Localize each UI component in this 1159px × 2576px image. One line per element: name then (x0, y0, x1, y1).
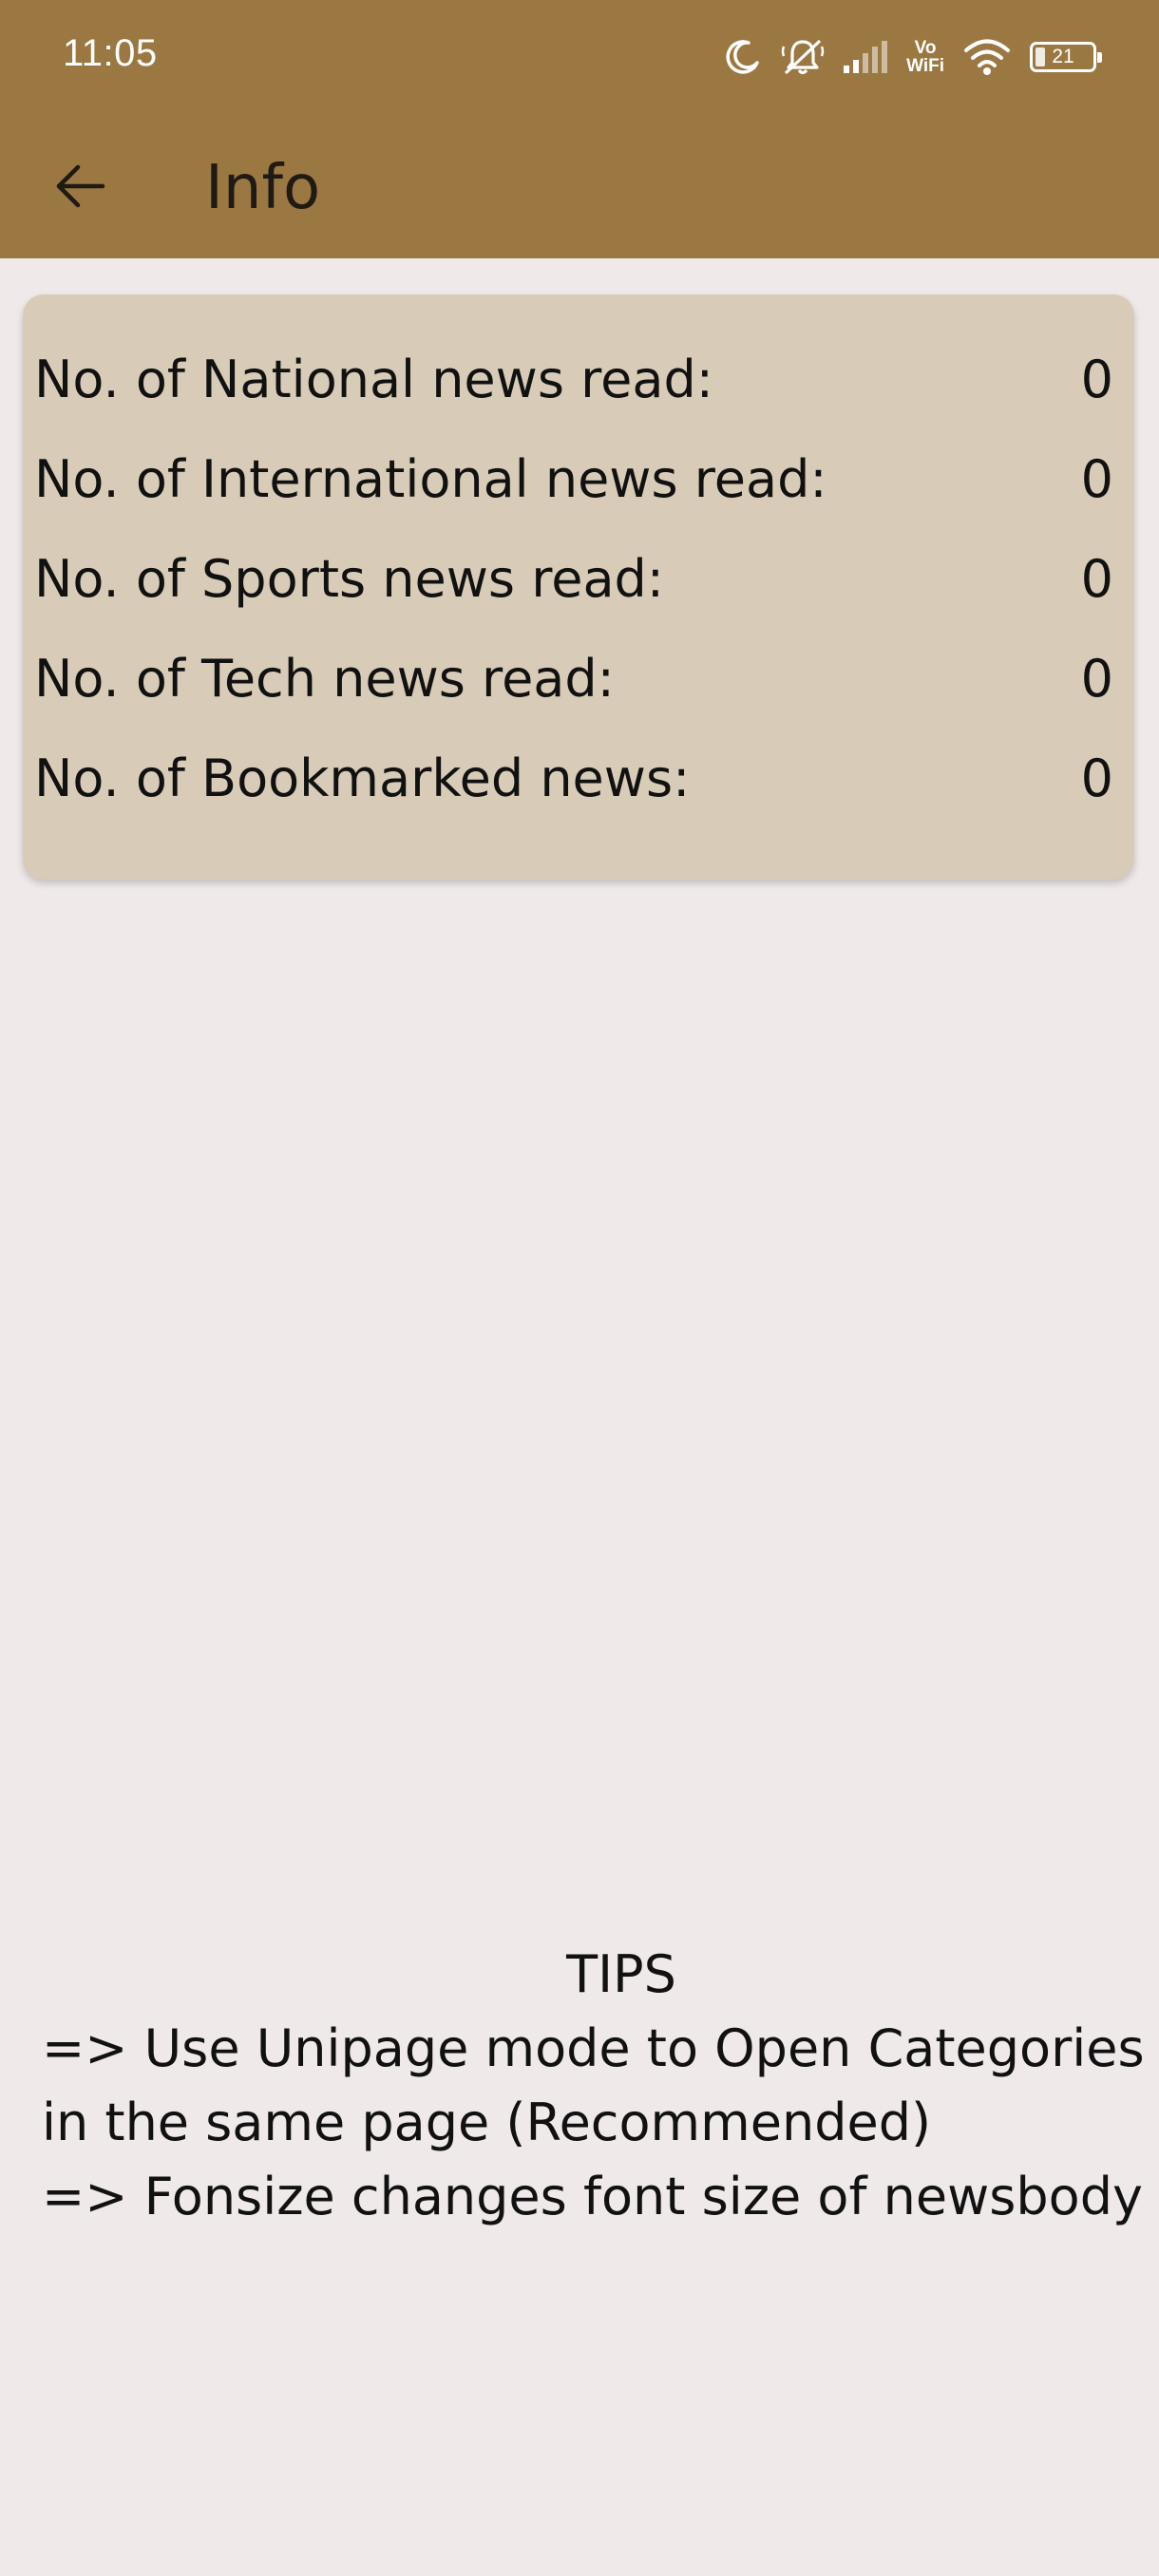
stat-label: No. of Tech news read: (34, 649, 615, 709)
battery-icon: 21 (1030, 42, 1102, 72)
stat-label: No. of Sports news read: (34, 549, 665, 609)
stats-card: No. of National news read: 0 No. of Inte… (23, 294, 1134, 880)
back-button[interactable] (38, 146, 122, 230)
stat-row-international: No. of International news read: 0 (34, 442, 1113, 518)
top-bar: 11:05 Vo WiFi 21 Info (0, 0, 1159, 258)
tip-line: => Fonsize changes font size of newsbody (42, 2167, 1143, 2226)
battery-fill (1036, 47, 1045, 66)
vowifi-icon: Vo WiFi (906, 39, 944, 75)
tips-section: TIPS => Use Unipage mode to Open Categor… (42, 1938, 1145, 2234)
stat-value: 0 (1080, 649, 1113, 709)
stat-row-bookmarked: No. of Bookmarked news: 0 (34, 741, 1113, 817)
signal-icon (844, 41, 888, 73)
vowifi-bottom: WiFi (906, 56, 944, 76)
battery-level: 21 (1052, 46, 1074, 67)
bell-off-icon (781, 37, 825, 77)
tip-line: => Use Unipage mode to Open Categories (42, 2018, 1145, 2078)
status-time: 11:05 (63, 32, 158, 74)
stat-label: No. of Bookmarked news: (34, 748, 691, 808)
stat-value: 0 (1080, 449, 1113, 509)
stat-row-tech: No. of Tech news read: 0 (34, 641, 1113, 717)
vowifi-top: Vo (914, 38, 937, 58)
stat-value: 0 (1080, 748, 1113, 808)
tip-line: in the same page (Recommended) (42, 2093, 932, 2152)
stat-value: 0 (1080, 549, 1113, 609)
page-title: Info (205, 153, 321, 223)
tips-title: TIPS (566, 1944, 676, 2004)
stat-label: No. of International news read: (34, 449, 827, 509)
stat-row-national: No. of National news read: 0 (34, 342, 1113, 418)
status-bar: 11:05 Vo WiFi 21 (0, 0, 1159, 118)
moon-icon (724, 38, 762, 76)
stat-label: No. of National news read: (34, 350, 713, 409)
app-bar: Info (0, 118, 1159, 258)
wifi-icon (963, 38, 1011, 76)
stat-value: 0 (1080, 350, 1113, 409)
stat-row-sports: No. of Sports news read: 0 (34, 541, 1113, 617)
status-icons: Vo WiFi 21 (724, 28, 1102, 85)
arrow-left-icon (53, 163, 106, 213)
